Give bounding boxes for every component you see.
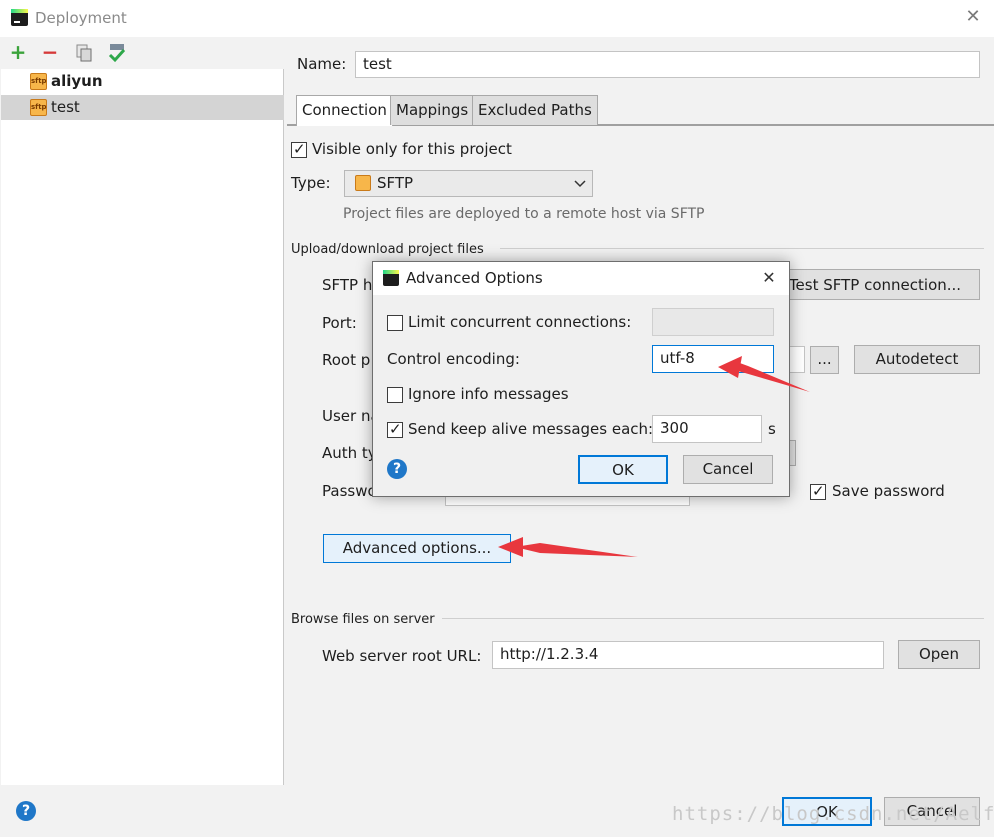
annotation-arrows	[498, 356, 810, 557]
arrow-to-advanced	[515, 543, 638, 557]
arrow-head-encoding	[718, 356, 742, 378]
watermark: https://blog.csdn.net/Aelfale	[672, 803, 994, 825]
arrow-head-advanced	[498, 537, 523, 557]
